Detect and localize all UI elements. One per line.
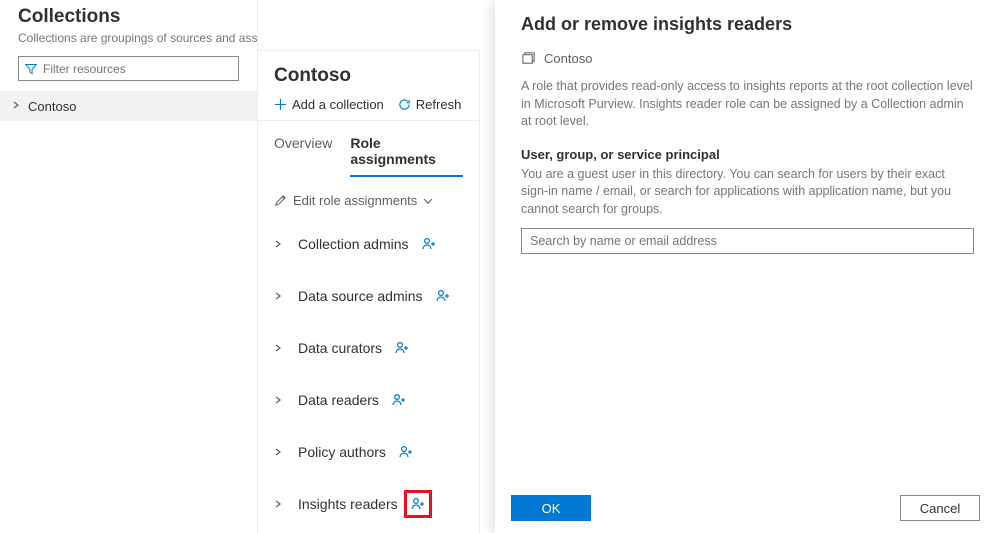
add-person-icon[interactable] <box>394 340 410 356</box>
panel-description: A role that provides read-only access to… <box>521 78 974 131</box>
edit-role-assignments-button[interactable]: Edit role assignments <box>258 177 479 208</box>
chevron-right-icon[interactable] <box>274 289 286 303</box>
role-row-insights-readers: Insights readers <box>274 478 479 530</box>
tabs: Overview Role assignments <box>258 121 479 177</box>
refresh-label: Refresh <box>416 97 462 112</box>
add-person-icon[interactable] <box>421 236 437 252</box>
collection-title: Contoso <box>274 65 463 87</box>
collection-detail-pane: Contoso Add a collection Refresh Overvie… <box>258 50 480 533</box>
role-name: Data readers <box>298 392 379 408</box>
chevron-right-icon[interactable] <box>274 497 286 511</box>
page-title: Collections <box>0 6 257 30</box>
add-person-icon[interactable] <box>391 392 407 408</box>
collection-icon <box>521 51 536 66</box>
add-person-icon[interactable] <box>410 496 426 512</box>
role-row-data-source-admins: Data source admins <box>274 270 479 322</box>
filter-icon <box>25 63 37 75</box>
ok-button[interactable]: OK <box>511 495 591 521</box>
role-name: Insights readers <box>298 496 398 512</box>
principal-search-input[interactable] <box>521 228 974 254</box>
role-row-collection-admins: Collection admins <box>274 218 479 270</box>
panel-section-label: User, group, or service principal <box>521 147 974 162</box>
role-row-policy-authors: Policy authors <box>274 426 479 478</box>
filter-input[interactable] <box>37 61 232 77</box>
tree-item-label: Contoso <box>24 99 76 114</box>
role-list: Collection admins Data source admins Dat <box>258 208 479 530</box>
role-row-data-curators: Data curators <box>274 322 479 374</box>
role-name: Collection admins <box>298 236 409 252</box>
sidebar: Collections Collections are groupings of… <box>0 0 258 533</box>
panel-title: Add or remove insights readers <box>521 14 974 35</box>
chevron-down-icon <box>423 196 433 206</box>
role-name: Data source admins <box>298 288 423 304</box>
panel-org-label: Contoso <box>544 51 592 66</box>
role-name: Policy authors <box>298 444 386 460</box>
pencil-icon <box>274 194 287 207</box>
refresh-button[interactable]: Refresh <box>398 97 462 112</box>
add-collection-label: Add a collection <box>292 97 384 112</box>
plus-icon <box>274 98 287 111</box>
add-remove-readers-panel: Add or remove insights readers Contoso A… <box>495 0 1000 533</box>
edit-role-assignments-label: Edit role assignments <box>293 193 417 208</box>
chevron-right-icon[interactable] <box>274 237 286 251</box>
filter-input-wrapper[interactable] <box>18 56 239 81</box>
add-person-icon[interactable] <box>435 288 451 304</box>
chevron-right-icon[interactable] <box>274 341 286 355</box>
add-collection-button[interactable]: Add a collection <box>274 97 384 112</box>
role-name: Data curators <box>298 340 382 356</box>
panel-org: Contoso <box>521 51 974 66</box>
chevron-right-icon[interactable] <box>274 393 286 407</box>
tree-item-contoso[interactable]: Contoso <box>0 91 257 121</box>
tab-overview[interactable]: Overview <box>274 135 332 177</box>
chevron-right-icon[interactable] <box>274 445 286 459</box>
cancel-button[interactable]: Cancel <box>900 495 980 521</box>
add-person-icon[interactable] <box>398 444 414 460</box>
tab-role-assignments[interactable]: Role assignments <box>350 135 463 177</box>
panel-section-help: You are a guest user in this directory. … <box>521 166 974 219</box>
role-row-data-readers: Data readers <box>274 374 479 426</box>
refresh-icon <box>398 98 411 111</box>
chevron-right-icon <box>8 101 24 112</box>
page-subtitle: Collections are groupings of sources and… <box>0 30 257 56</box>
